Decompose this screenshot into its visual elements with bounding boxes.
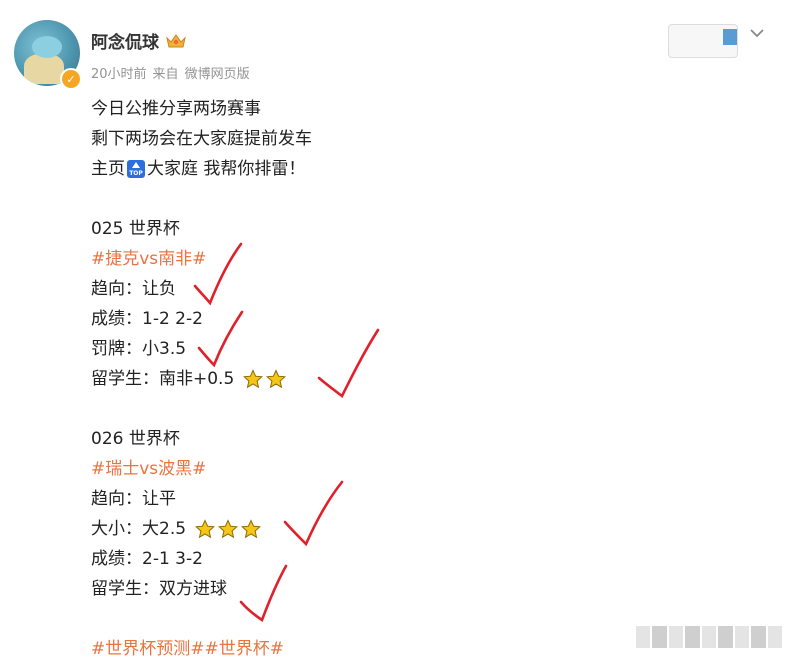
- match2-score: 成绩：2-1 3-2: [91, 549, 203, 569]
- star-icon: [243, 369, 264, 389]
- match1-score: 成绩：1-2 2-2: [91, 309, 203, 329]
- top-arrow-icon: [127, 160, 145, 178]
- source-prefix: 来自: [152, 67, 179, 82]
- star-icon: [218, 519, 239, 539]
- match1-trend: 趋向：让负: [91, 279, 176, 299]
- match1-tag-link[interactable]: #捷克vs南非#: [91, 244, 206, 274]
- star-icon: [241, 519, 262, 539]
- verified-badge-icon: ✓: [60, 68, 82, 90]
- check-mark-icon: [197, 310, 244, 368]
- check-mark-icon: [317, 328, 380, 398]
- check-mark-icon: [283, 480, 344, 547]
- chevron-down-icon[interactable]: [748, 24, 766, 42]
- star-icon: [195, 519, 216, 539]
- check-mark-icon: [193, 242, 243, 306]
- post-meta: 20小时前 来自 微博网页版: [91, 63, 250, 82]
- match2-student: 留学生：双方进球: [91, 579, 227, 599]
- crown-badge-icon: [165, 32, 187, 50]
- match2-trend: 趋向：让平: [91, 489, 176, 509]
- follow-button[interactable]: [668, 24, 738, 58]
- hashtags-link[interactable]: #世界杯预测##世界杯#: [91, 634, 284, 664]
- match2-header: 026 世界杯: [91, 429, 180, 449]
- image-thumbnail-strip[interactable]: [636, 626, 782, 648]
- username-row: 阿念侃球: [91, 28, 187, 53]
- post-source: 微博网页版: [184, 67, 250, 82]
- username[interactable]: 阿念侃球: [91, 28, 159, 53]
- match1-student-line: 留学生：南非+0.5: [91, 364, 751, 394]
- star-icon: [266, 369, 287, 389]
- match2-stars: [192, 519, 262, 539]
- homepage-after: 大家庭 我帮你排雷！: [147, 159, 306, 179]
- check-mark-icon: [239, 564, 288, 622]
- avatar[interactable]: ✓: [14, 20, 82, 90]
- match2-size: 大小：大2.5: [91, 519, 187, 539]
- homepage-line: 主页 大家庭 我帮你排雷！: [91, 154, 751, 184]
- post-time[interactable]: 20小时前: [91, 63, 147, 82]
- match2-tag-link[interactable]: #瑞士vs波黑#: [91, 454, 206, 484]
- post-content: 今日公推分享两场赛事 剩下两场会在大家庭提前发车 主页 大家庭 我帮你排雷！ 0…: [91, 94, 751, 664]
- intro-line-2: 剩下两场会在大家庭提前发车: [91, 129, 312, 149]
- intro-line-1: 今日公推分享两场赛事: [91, 99, 261, 119]
- match1-stars: [240, 369, 287, 389]
- match1-header: 025 世界杯: [91, 219, 180, 239]
- match1-cards: 罚牌：小3.5: [91, 339, 187, 359]
- match2-size-line: 大小：大2.5: [91, 514, 751, 544]
- homepage-before: 主页: [91, 159, 125, 179]
